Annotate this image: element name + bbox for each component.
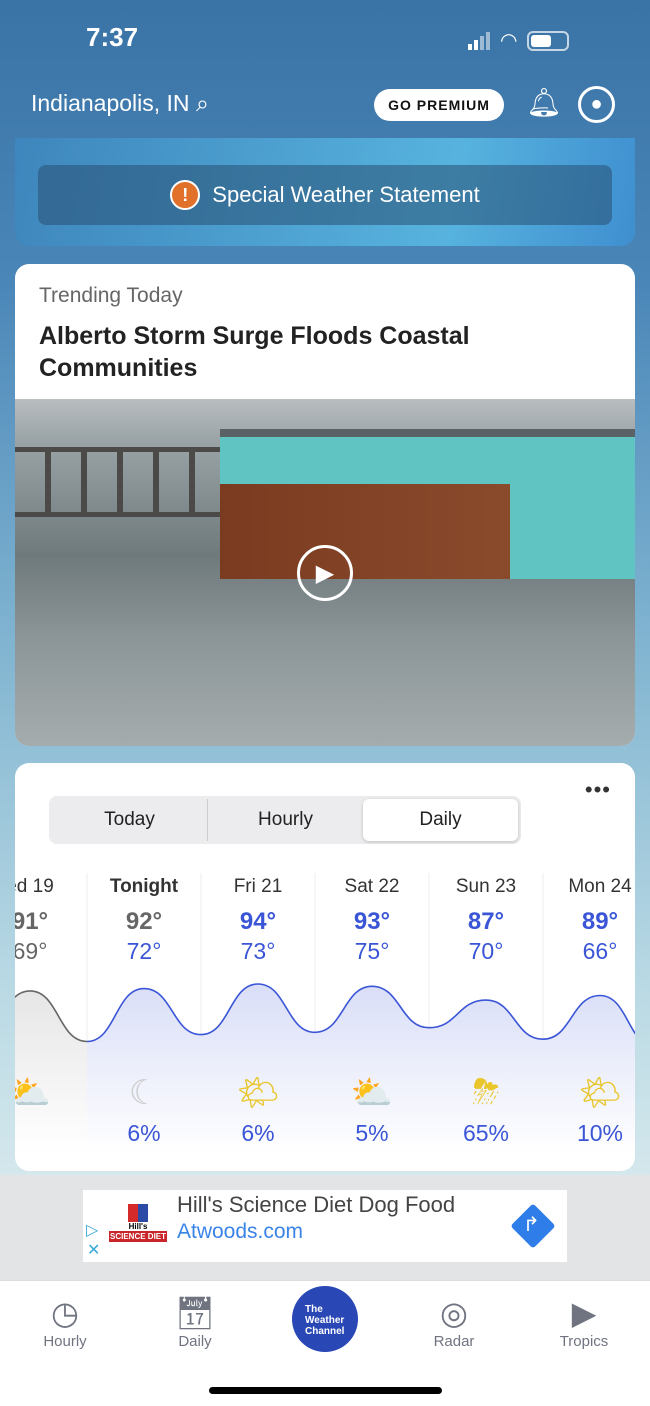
precip-chance: 65% — [462, 1120, 510, 1146]
low-temp: 73° — [240, 938, 276, 964]
battery-icon — [527, 30, 570, 51]
nav-label: Tropics — [559, 1333, 609, 1350]
forecast-day[interactable]: Fri 21 94° 73° — [201, 876, 315, 965]
high-temp: 89° — [581, 908, 619, 935]
nav-label: Daily — [178, 1333, 212, 1350]
search-icon: ⌕ — [195, 90, 209, 116]
trending-label: Trending Today — [39, 284, 183, 307]
day-label: ed 19 — [15, 876, 54, 897]
special-weather-statement-button[interactable]: ! Special Weather Statement — [38, 165, 612, 225]
day-label: Sat 22 — [344, 876, 400, 897]
location-name: Indianapolis, IN — [31, 90, 190, 116]
bell-icon[interactable]: 🔔︎ — [526, 86, 562, 119]
clock-icon: ◷ — [51, 1295, 79, 1331]
signal-icon — [468, 31, 490, 50]
alert-label: Special Weather Statement — [212, 182, 480, 207]
low-temp: 75° — [354, 938, 390, 964]
low-temp: 69° — [15, 938, 48, 964]
status-icons: ◠ — [468, 28, 570, 53]
nav-label: Radar — [433, 1333, 475, 1350]
day-label: Tonight — [109, 876, 179, 897]
forecast-day[interactable]: ed 19 91° 69° — [15, 876, 87, 965]
high-temp: 91° — [15, 908, 49, 935]
twc-logo-text: The Weather Channel — [305, 1304, 345, 1337]
pier-image — [15, 447, 220, 517]
radar-icon: ◎ — [440, 1295, 468, 1331]
forecast-day[interactable]: Mon 24 89° 66° — [543, 876, 635, 965]
alert-icon: ! — [170, 180, 201, 210]
location-button[interactable]: Indianapolis, IN ⌕ — [31, 90, 209, 117]
wifi-icon: ◠ — [500, 30, 518, 52]
forecast-day[interactable]: Tonight 92° 72° — [87, 876, 201, 965]
house-base-image — [220, 484, 510, 579]
arrow-icon: ↱ — [523, 1214, 540, 1236]
precip-chance: 6% — [127, 1120, 161, 1146]
nav-tropics[interactable]: ▶︎ Tropics — [529, 1293, 639, 1350]
precip-chance: 10% — [576, 1120, 624, 1146]
partly-cloudy-icon: ⛅ — [350, 1074, 394, 1112]
high-temp: 94° — [239, 908, 277, 935]
nav-hourly[interactable]: ◷ Hourly — [10, 1293, 120, 1350]
nav-radar[interactable]: ◎ Radar — [399, 1293, 509, 1350]
play-icon[interactable]: ▶ — [297, 545, 353, 601]
moon-cloud-icon: ☾ — [128, 1074, 160, 1112]
day-label: Mon 24 — [568, 876, 632, 897]
high-temp: 92° — [125, 908, 163, 935]
mostly-sunny-icon: 🌤 — [578, 1074, 622, 1112]
status-time: 7:37 — [86, 22, 139, 52]
profile-icon[interactable]: ● — [578, 86, 615, 123]
ad-title: Hill's Science Diet Dog Food — [177, 1192, 456, 1217]
calendar-icon: 📅︎ — [174, 1295, 216, 1331]
low-temp: 66° — [582, 938, 618, 964]
past-curve-fill — [15, 990, 87, 1153]
video-thumbnail[interactable]: ▶ — [15, 399, 635, 746]
trending-title[interactable]: Alberto Storm Surge Floods Coastal Commu… — [39, 320, 559, 384]
high-temp: 87° — [467, 908, 505, 935]
nav-label: Hourly — [43, 1333, 87, 1350]
trending-card[interactable]: Trending Today Alberto Storm Surge Flood… — [15, 264, 635, 746]
nav-daily[interactable]: 📅︎ Daily — [140, 1293, 250, 1350]
day-label: Sun 23 — [455, 876, 517, 897]
adchoices-icon[interactable]: ▷ — [86, 1220, 98, 1240]
close-ad-icon[interactable]: ✕ — [87, 1240, 100, 1260]
partly-cloudy-icon: ⛅ — [15, 1074, 52, 1112]
play-icon: ▶︎ — [571, 1295, 597, 1331]
twc-logo-button[interactable]: The Weather Channel — [292, 1286, 358, 1352]
day-label: Fri 21 — [233, 876, 283, 897]
ad-banner[interactable]: ▷ ✕ Hill's SCIENCE DIET Hill's Science Di… — [83, 1190, 567, 1262]
home-indicator — [209, 1387, 442, 1394]
ad-domain: Atwoods.com — [177, 1220, 304, 1243]
thunderstorm-icon: ⛈ — [472, 1073, 500, 1111]
precip-chance: 6% — [241, 1120, 275, 1146]
precip-chance: 5% — [355, 1120, 389, 1146]
high-temp: 93° — [353, 908, 391, 935]
forecast-day[interactable]: Sat 22 93° 75° — [315, 876, 429, 965]
daily-forecast-card: ••• Today Hourly Daily ed 19 91° 69°⛅Ton… — [15, 763, 635, 1171]
low-temp: 72° — [126, 938, 162, 964]
low-temp: 70° — [468, 938, 504, 964]
go-premium-button[interactable]: GO PREMIUM — [374, 89, 504, 121]
mostly-sunny-icon: 🌤 — [236, 1074, 280, 1112]
forecast-day[interactable]: Sun 23 87° 70° — [429, 876, 543, 965]
ad-logo: Hill's SCIENCE DIET — [109, 1204, 167, 1250]
